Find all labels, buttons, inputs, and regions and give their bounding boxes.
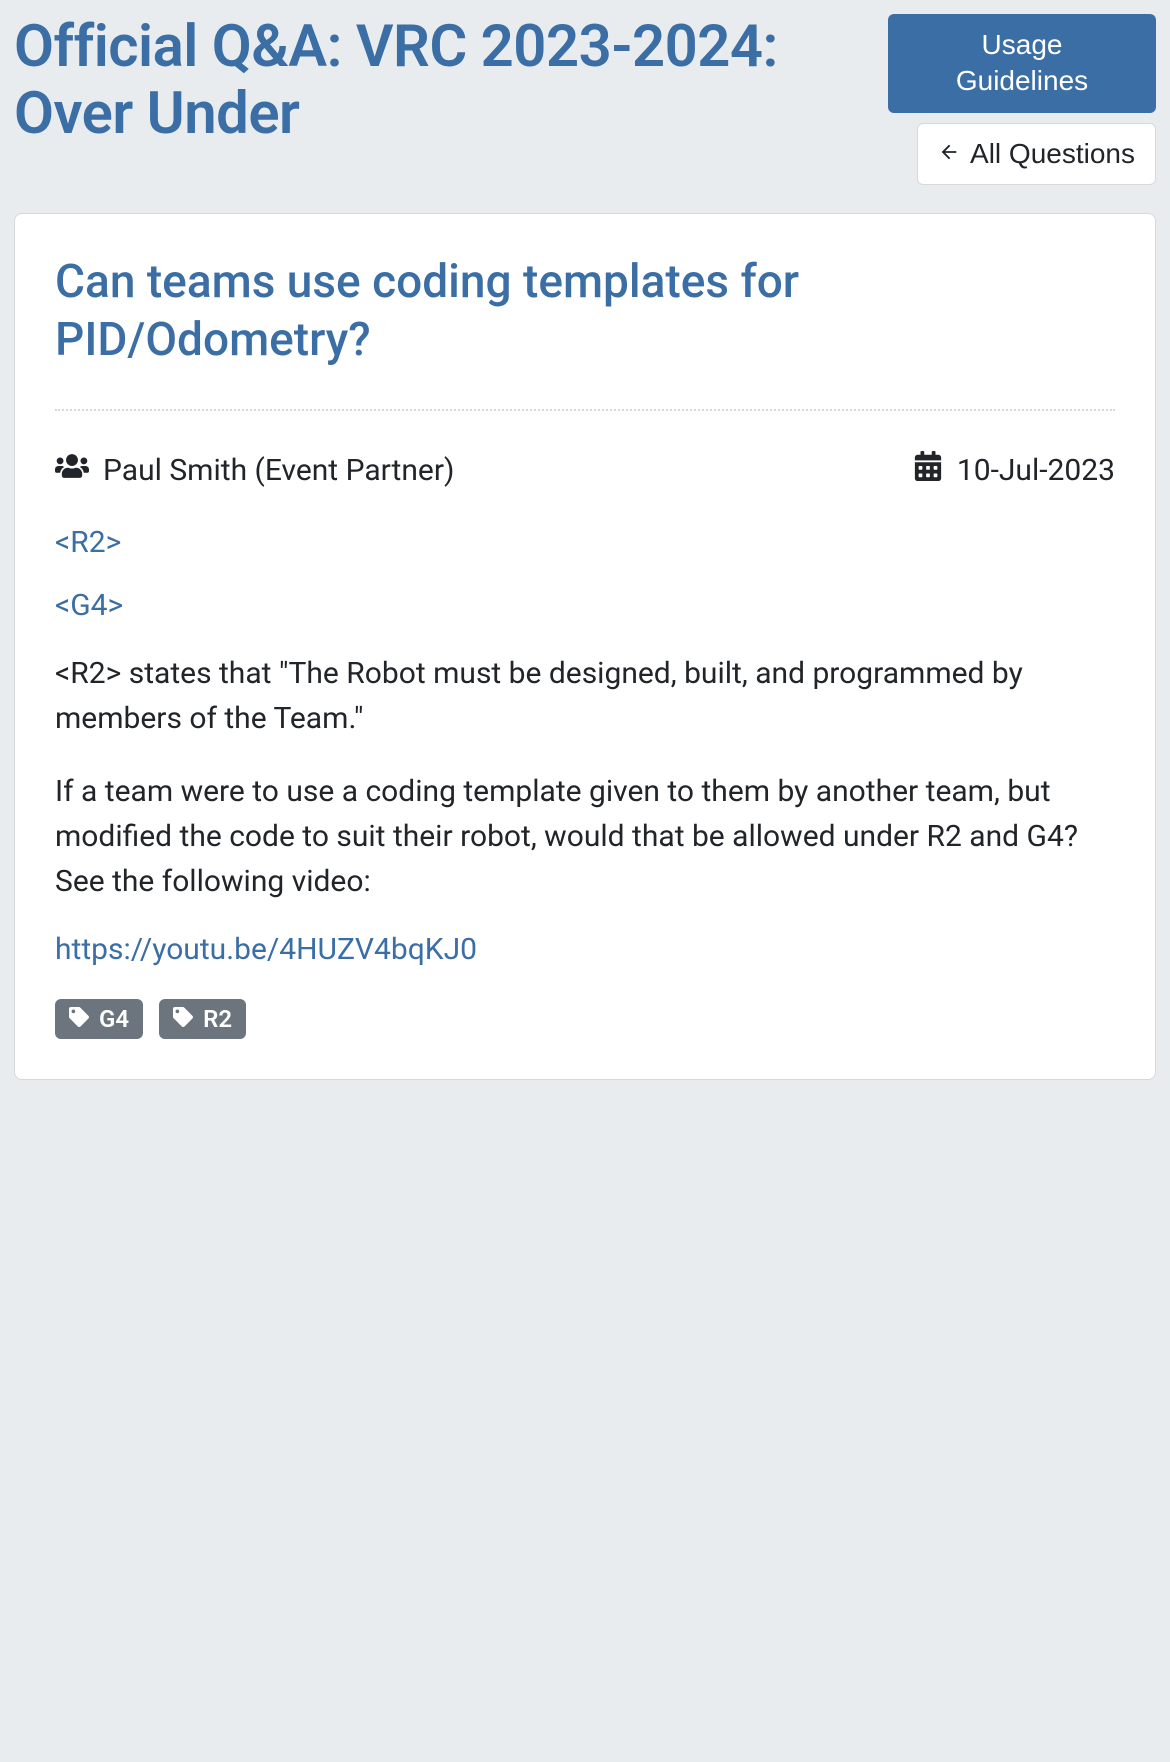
header-buttons: Usage Guidelines All Questions (888, 14, 1156, 185)
usage-guidelines-button[interactable]: Usage Guidelines (888, 14, 1156, 113)
rule-link-g4[interactable]: <G4> (55, 588, 1115, 623)
author-meta: Paul Smith (Event Partner) (55, 449, 454, 491)
question-card: Can teams use coding templates for PID/O… (14, 213, 1156, 1080)
tag-icon (173, 1005, 193, 1033)
question-title[interactable]: Can teams use coding templates for PID/O… (55, 254, 1115, 369)
users-icon (55, 449, 89, 491)
tag-label: G4 (99, 1005, 129, 1033)
divider (55, 409, 1115, 411)
meta-row: Paul Smith (Event Partner) 10-Jul-2023 (55, 449, 1115, 491)
paragraph-2: If a team were to use a coding template … (55, 769, 1115, 904)
tag-r2[interactable]: R2 (159, 999, 246, 1039)
arrow-left-icon (938, 136, 960, 172)
date-meta: 10-Jul-2023 (913, 451, 1115, 489)
paragraph-1: <R2> states that "The Robot must be desi… (55, 651, 1115, 741)
question-date: 10-Jul-2023 (957, 453, 1115, 488)
tag-g4[interactable]: G4 (55, 999, 143, 1039)
video-link[interactable]: https://youtu.be/4HUZV4bqKJ0 (55, 932, 1115, 967)
author-name: Paul Smith (Event Partner) (103, 453, 454, 488)
tags-container: G4 R2 (55, 999, 1115, 1039)
calendar-icon (913, 451, 943, 489)
tag-icon (69, 1005, 89, 1033)
rule-link-r2[interactable]: <R2> (55, 525, 1115, 560)
page-title: Official Q&A: VRC 2023-2024: Over Under (14, 14, 888, 147)
all-questions-button[interactable]: All Questions (917, 123, 1156, 185)
all-questions-label: All Questions (970, 136, 1135, 172)
tag-label: R2 (203, 1005, 232, 1033)
page-header: Official Q&A: VRC 2023-2024: Over Under … (14, 14, 1156, 185)
